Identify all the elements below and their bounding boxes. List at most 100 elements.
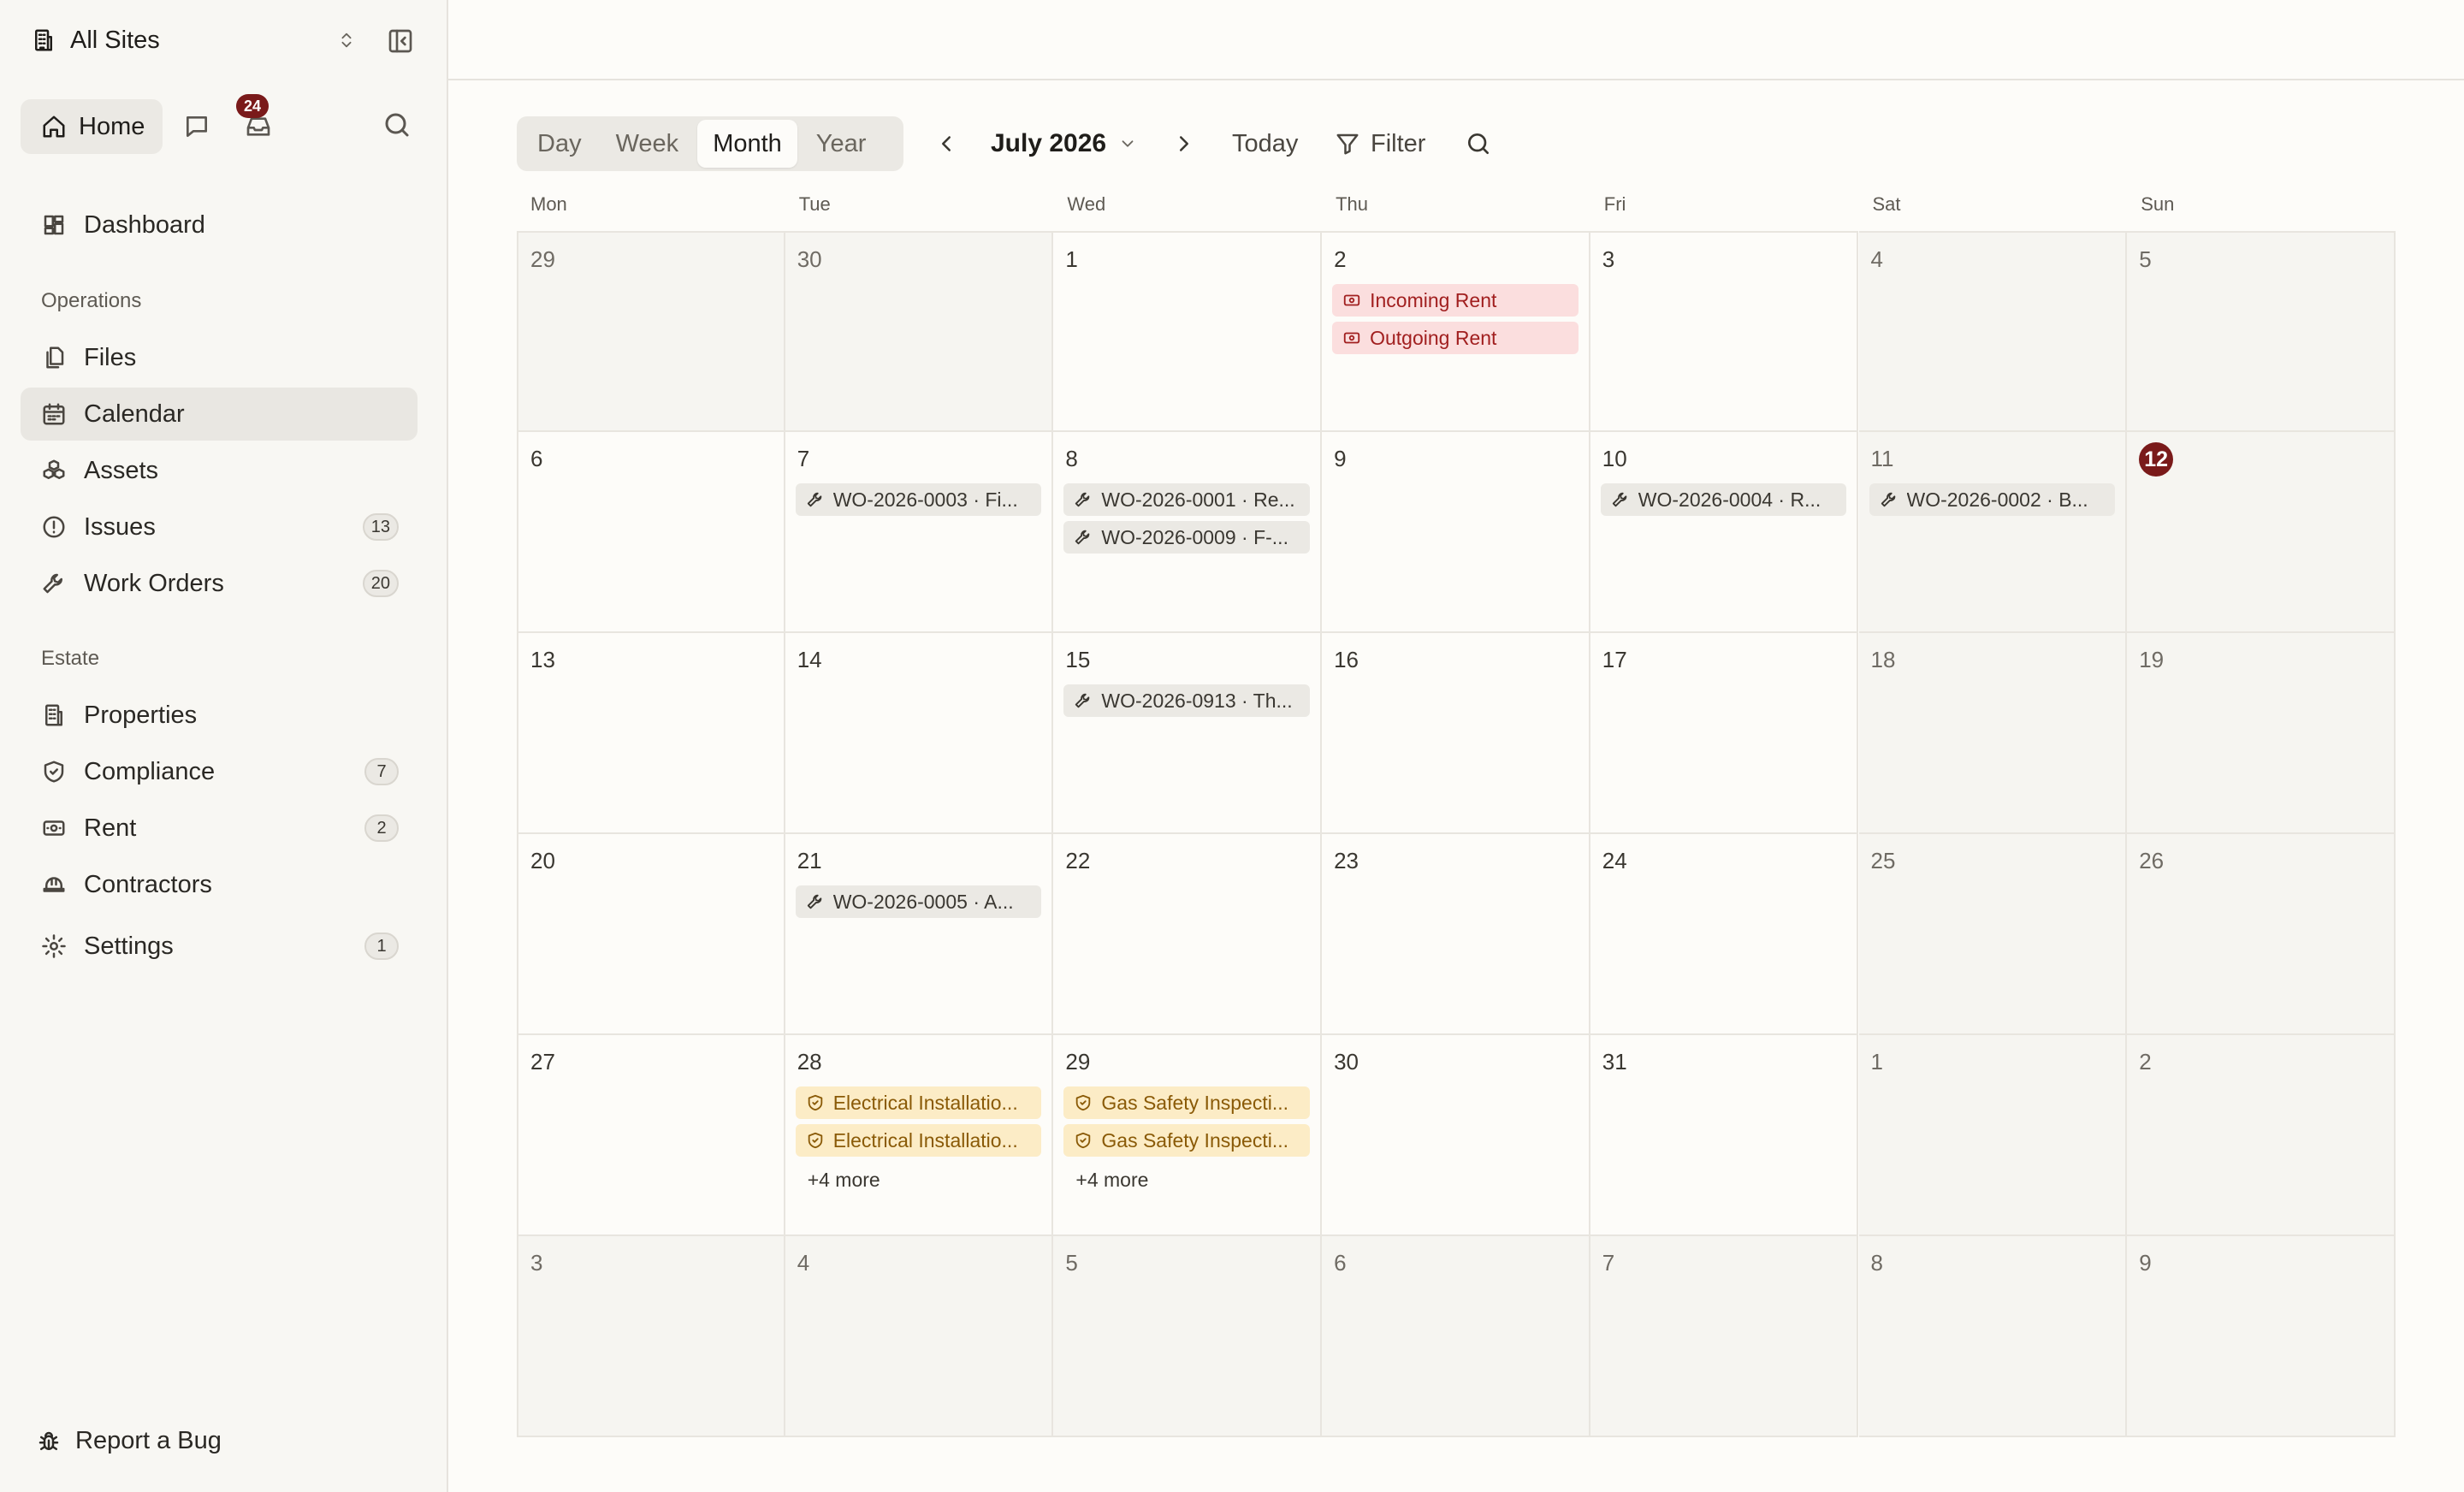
day-cell[interactable]: 28 Electrical Installatio... Electrical In… bbox=[785, 1035, 1054, 1236]
previous-month-button[interactable] bbox=[929, 127, 963, 161]
day-cell[interactable]: 5 bbox=[2127, 231, 2396, 432]
work-order-event[interactable]: WO-2026-0002 · B... bbox=[1869, 483, 2116, 516]
day-cell[interactable]: 25 bbox=[1858, 834, 2128, 1035]
sidebar-item-issues[interactable]: Issues 13 bbox=[21, 500, 418, 554]
day-cell[interactable]: 8 WO-2026-0001 · Re... WO-2026-0009 · F-..… bbox=[1053, 432, 1323, 633]
day-number: 13 bbox=[530, 647, 555, 672]
day-cell[interactable]: 30 bbox=[785, 231, 1054, 432]
wrench-icon bbox=[1074, 691, 1093, 710]
wrench-icon bbox=[1611, 490, 1630, 509]
day-cell[interactable]: 29 Gas Safety Inspecti... Gas Safety Inspe… bbox=[1053, 1035, 1323, 1236]
day-cell[interactable]: 1 bbox=[1858, 1035, 2128, 1236]
shield-check-icon bbox=[806, 1093, 825, 1112]
view-tab-week[interactable]: Week bbox=[601, 120, 695, 168]
day-cell[interactable]: 3 bbox=[517, 1236, 785, 1437]
site-switcher[interactable]: All Sites bbox=[31, 21, 356, 60]
day-cell[interactable]: 7 WO-2026-0003 · Fi... bbox=[785, 432, 1054, 633]
day-cell[interactable]: 6 bbox=[1322, 1236, 1590, 1437]
work-order-event[interactable]: WO-2026-0009 · F-... bbox=[1063, 521, 1311, 554]
day-number: 5 bbox=[2139, 246, 2152, 272]
day-cell[interactable]: 31 bbox=[1590, 1035, 1859, 1236]
more-events-link[interactable]: +4 more bbox=[1075, 1169, 1148, 1192]
day-cell[interactable]: 3 bbox=[1590, 231, 1859, 432]
day-cell[interactable]: 11 WO-2026-0002 · B... bbox=[1858, 432, 2128, 633]
day-cell[interactable]: 5 bbox=[1053, 1236, 1323, 1437]
sidebar-item-rent[interactable]: Rent 2 bbox=[21, 802, 418, 855]
work-order-event[interactable]: WO-2026-0001 · Re... bbox=[1063, 483, 1311, 516]
collapse-sidebar-button[interactable] bbox=[382, 24, 419, 58]
day-cell[interactable]: 16 bbox=[1322, 633, 1590, 834]
view-tab-year[interactable]: Year bbox=[801, 120, 882, 168]
rent-event[interactable]: Outgoing Rent bbox=[1332, 322, 1578, 354]
messages-button[interactable] bbox=[180, 110, 214, 144]
home-button[interactable]: Home bbox=[21, 99, 163, 154]
sidebar-search-button[interactable] bbox=[382, 110, 416, 144]
day-cell[interactable]: 23 bbox=[1322, 834, 1590, 1035]
report-bug-button[interactable]: Report a Bug bbox=[36, 1427, 222, 1455]
gear-icon bbox=[39, 932, 68, 961]
day-cell[interactable]: 27 bbox=[517, 1035, 785, 1236]
day-cell[interactable]: 22 bbox=[1053, 834, 1323, 1035]
compliance-event[interactable]: Gas Safety Inspecti... bbox=[1063, 1124, 1311, 1157]
view-tab-month[interactable]: Month bbox=[697, 120, 797, 168]
work-order-event[interactable]: WO-2026-0003 · Fi... bbox=[795, 483, 1042, 516]
day-number: 23 bbox=[1334, 848, 1359, 873]
day-cell[interactable]: 29 bbox=[517, 231, 785, 432]
work-order-event[interactable]: WO-2026-0913 · Th... bbox=[1063, 684, 1311, 717]
sidebar-item-label: Properties bbox=[84, 701, 198, 729]
sidebar-item-calendar[interactable]: Calendar bbox=[21, 388, 418, 441]
day-cell[interactable]: 10 WO-2026-0004 · R... bbox=[1590, 432, 1859, 633]
home-icon bbox=[41, 114, 67, 139]
day-cell[interactable]: 26 bbox=[2127, 834, 2396, 1035]
work-order-event[interactable]: WO-2026-0004 · R... bbox=[1600, 483, 1847, 516]
sidebar-item-properties[interactable]: Properties bbox=[21, 689, 418, 742]
sidebar-item-label: Compliance bbox=[84, 757, 216, 785]
day-cell[interactable]: 12 bbox=[2127, 432, 2396, 633]
day-cell[interactable]: 4 bbox=[1858, 231, 2128, 432]
day-cell[interactable]: 7 bbox=[1590, 1236, 1859, 1437]
compliance-event[interactable]: Electrical Installatio... bbox=[795, 1086, 1042, 1119]
next-month-button[interactable] bbox=[1167, 127, 1201, 161]
sidebar-item-dashboard[interactable]: Dashboard bbox=[21, 198, 418, 252]
day-cell[interactable]: 18 bbox=[1858, 633, 2128, 834]
today-marker: 12 bbox=[2139, 442, 2174, 477]
day-number: 7 bbox=[1602, 1250, 1615, 1276]
day-cell[interactable]: 15 WO-2026-0913 · Th... bbox=[1053, 633, 1323, 834]
day-cell[interactable]: 24 bbox=[1590, 834, 1859, 1035]
wrench-icon bbox=[1074, 490, 1093, 509]
day-cell[interactable]: 17 bbox=[1590, 633, 1859, 834]
sidebar-item-settings[interactable]: Settings 1 bbox=[21, 920, 418, 973]
day-cell[interactable]: 2 bbox=[2127, 1035, 2396, 1236]
day-cell[interactable]: 13 bbox=[517, 633, 785, 834]
day-cell[interactable]: 9 bbox=[2127, 1236, 2396, 1437]
sidebar-item-work-orders[interactable]: Work Orders 20 bbox=[21, 557, 418, 610]
sidebar-item-compliance[interactable]: Compliance 7 bbox=[21, 745, 418, 798]
day-cell[interactable]: 30 bbox=[1322, 1035, 1590, 1236]
work-order-event[interactable]: WO-2026-0005 · A... bbox=[795, 885, 1042, 918]
day-cell[interactable]: 8 bbox=[1858, 1236, 2128, 1437]
day-cell[interactable]: 6 bbox=[517, 432, 785, 633]
more-events-link[interactable]: +4 more bbox=[808, 1169, 880, 1192]
compliance-event[interactable]: Electrical Installatio... bbox=[795, 1124, 1042, 1157]
day-cell[interactable]: 2 Incoming Rent Outgoing Rent bbox=[1322, 231, 1590, 432]
filter-button[interactable]: Filter bbox=[1335, 125, 1425, 163]
sidebar-item-contractors[interactable]: Contractors bbox=[21, 858, 418, 911]
compliance-event[interactable]: Gas Safety Inspecti... bbox=[1063, 1086, 1311, 1119]
rent-event[interactable]: Incoming Rent bbox=[1332, 284, 1578, 317]
day-number: 18 bbox=[1870, 647, 1896, 672]
day-cell[interactable]: 19 bbox=[2127, 633, 2396, 834]
today-button[interactable]: Today bbox=[1232, 125, 1298, 163]
day-cell[interactable]: 4 bbox=[785, 1236, 1054, 1437]
day-cell[interactable]: 20 bbox=[517, 834, 785, 1035]
day-cell[interactable]: 9 bbox=[1322, 432, 1590, 633]
view-tab-day[interactable]: Day bbox=[522, 120, 597, 168]
calendar-search-button[interactable] bbox=[1461, 127, 1496, 161]
day-cell[interactable]: 14 bbox=[785, 633, 1054, 834]
sidebar-item-files[interactable]: Files bbox=[21, 331, 418, 384]
month-selector[interactable]: July 2026 bbox=[991, 125, 1137, 163]
event-title: WO-2026-0913 · Th... bbox=[1101, 689, 1293, 712]
layout-grid-icon bbox=[39, 210, 68, 240]
sidebar-item-assets[interactable]: Assets bbox=[21, 444, 418, 497]
day-cell[interactable]: 21 WO-2026-0005 · A... bbox=[785, 834, 1054, 1035]
day-cell[interactable]: 1 bbox=[1053, 231, 1323, 432]
